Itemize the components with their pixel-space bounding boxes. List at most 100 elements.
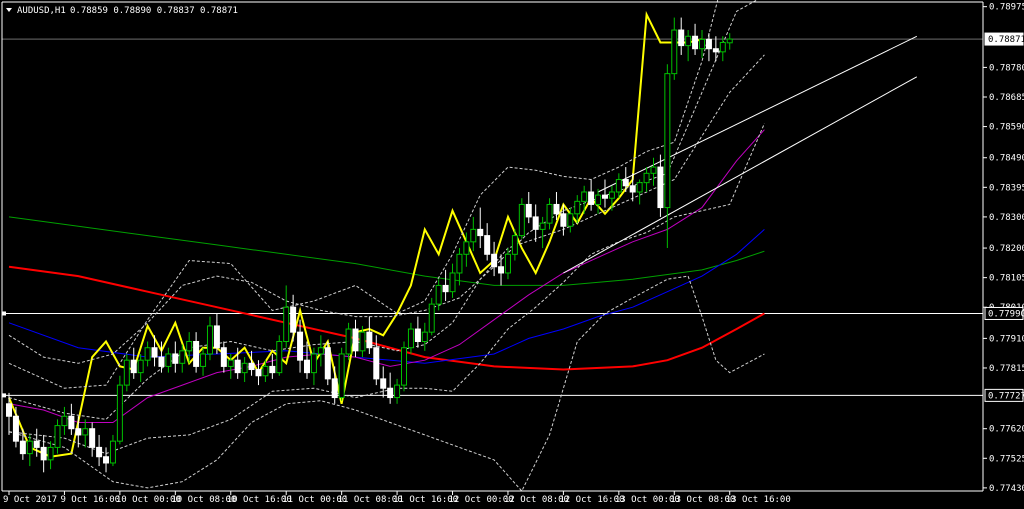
candle-body bbox=[54, 425, 61, 448]
candle-body bbox=[61, 415, 68, 427]
candle-body bbox=[685, 35, 692, 47]
candle-body bbox=[629, 185, 636, 193]
price-level-label: 0.78871 bbox=[988, 35, 1024, 45]
candle-body bbox=[678, 29, 685, 47]
candle-body bbox=[310, 353, 317, 374]
candle-body bbox=[206, 325, 213, 355]
candle-body bbox=[671, 29, 678, 75]
candle-body bbox=[601, 194, 608, 199]
candle-body bbox=[179, 350, 186, 364]
candle-body bbox=[116, 384, 123, 442]
candle-body bbox=[504, 253, 511, 274]
candle-body bbox=[511, 235, 518, 255]
candle-body bbox=[518, 203, 525, 237]
price-tick-label: 0.77910 bbox=[989, 334, 1024, 344]
candle-body bbox=[588, 191, 595, 205]
level-anchor-handle[interactable] bbox=[2, 311, 6, 316]
candle-body bbox=[137, 359, 144, 374]
candle-body bbox=[595, 194, 602, 205]
candle-body bbox=[297, 331, 304, 361]
candle-body bbox=[248, 362, 255, 371]
candle-body bbox=[40, 446, 47, 461]
candle-body bbox=[26, 440, 33, 455]
candle-body bbox=[699, 38, 705, 50]
candle-body bbox=[539, 222, 546, 230]
candle-body bbox=[726, 38, 733, 44]
candle-body bbox=[567, 213, 574, 227]
candle-body bbox=[414, 328, 421, 342]
price-tick-label: 0.78300 bbox=[989, 213, 1024, 223]
candle-body bbox=[109, 440, 116, 464]
candle-body bbox=[68, 415, 75, 430]
candle-body bbox=[407, 328, 414, 349]
candle-body bbox=[75, 428, 82, 436]
candle-body bbox=[532, 216, 539, 230]
price-tick-label: 0.78490 bbox=[989, 154, 1024, 164]
candle-body bbox=[123, 359, 130, 386]
candle-body bbox=[498, 266, 505, 274]
candle-body bbox=[470, 228, 477, 243]
candle-body bbox=[227, 359, 234, 367]
level-anchor-handle[interactable] bbox=[2, 393, 6, 398]
candle-body bbox=[650, 166, 657, 174]
candle-body bbox=[103, 456, 110, 464]
candle-body bbox=[303, 359, 310, 374]
candle-body bbox=[283, 306, 290, 342]
candle-body bbox=[193, 340, 200, 367]
candle-body bbox=[643, 172, 650, 184]
candle-body bbox=[719, 41, 726, 53]
candle-body bbox=[6, 403, 12, 417]
candle-body bbox=[255, 369, 262, 377]
candle-body bbox=[276, 340, 283, 374]
candle-body bbox=[290, 306, 297, 333]
candle-body bbox=[608, 191, 615, 199]
candle-body bbox=[130, 359, 137, 374]
candle-body bbox=[338, 353, 345, 399]
candle-body bbox=[428, 303, 435, 333]
candle-body bbox=[615, 179, 622, 193]
candle-body bbox=[477, 228, 484, 237]
candle-body bbox=[359, 331, 366, 352]
candle-body bbox=[324, 347, 331, 380]
candle-body bbox=[636, 182, 643, 193]
candle-body bbox=[352, 328, 359, 352]
candle-body bbox=[186, 340, 193, 352]
candle-body bbox=[172, 353, 179, 364]
candle-body bbox=[366, 331, 373, 349]
symbol-label: AUDUSD,H1 bbox=[17, 6, 66, 16]
candle-body bbox=[331, 378, 338, 399]
candle-body bbox=[262, 365, 269, 377]
candle-body bbox=[560, 213, 567, 227]
candle-body bbox=[47, 446, 54, 461]
price-tick-label: 0.77430 bbox=[989, 484, 1024, 494]
candle-body bbox=[581, 191, 588, 202]
price-tick-label: 0.78105 bbox=[989, 274, 1024, 284]
candle-body bbox=[12, 415, 19, 442]
price-tick-label: 0.78395 bbox=[989, 183, 1024, 193]
price-tick-label: 0.77815 bbox=[989, 364, 1024, 374]
price-tick-label: 0.78685 bbox=[989, 93, 1024, 103]
time-tick-label: 9 Oct 2017 bbox=[3, 495, 57, 505]
candle-body bbox=[664, 73, 671, 209]
candle-body bbox=[574, 200, 581, 215]
candle-body bbox=[442, 284, 449, 293]
candle-body bbox=[622, 179, 629, 187]
candle-body bbox=[89, 428, 96, 448]
price-tick-label: 0.77525 bbox=[989, 454, 1024, 464]
candle-body bbox=[692, 35, 699, 50]
candle-body bbox=[33, 440, 40, 448]
candle-body bbox=[456, 253, 463, 274]
candle-body bbox=[234, 359, 241, 374]
candle-body bbox=[525, 203, 532, 218]
price-chart[interactable]: 0.78975 0.78780 0.78685 0.78590 0.78490 0.783… bbox=[0, 0, 1024, 509]
candle-body bbox=[546, 203, 553, 224]
candle-body bbox=[435, 284, 442, 305]
time-tick-label: 13 Oct 16:00 bbox=[726, 495, 791, 505]
time-tick-label: 9 Oct 16:00 bbox=[60, 495, 120, 505]
price-tick-label: 0.78590 bbox=[989, 123, 1024, 133]
candle-body bbox=[82, 428, 89, 436]
candle-body bbox=[151, 347, 158, 358]
candle-body bbox=[373, 347, 380, 380]
candle-body bbox=[220, 347, 227, 367]
price-level-label: 0.77727 bbox=[988, 391, 1024, 401]
